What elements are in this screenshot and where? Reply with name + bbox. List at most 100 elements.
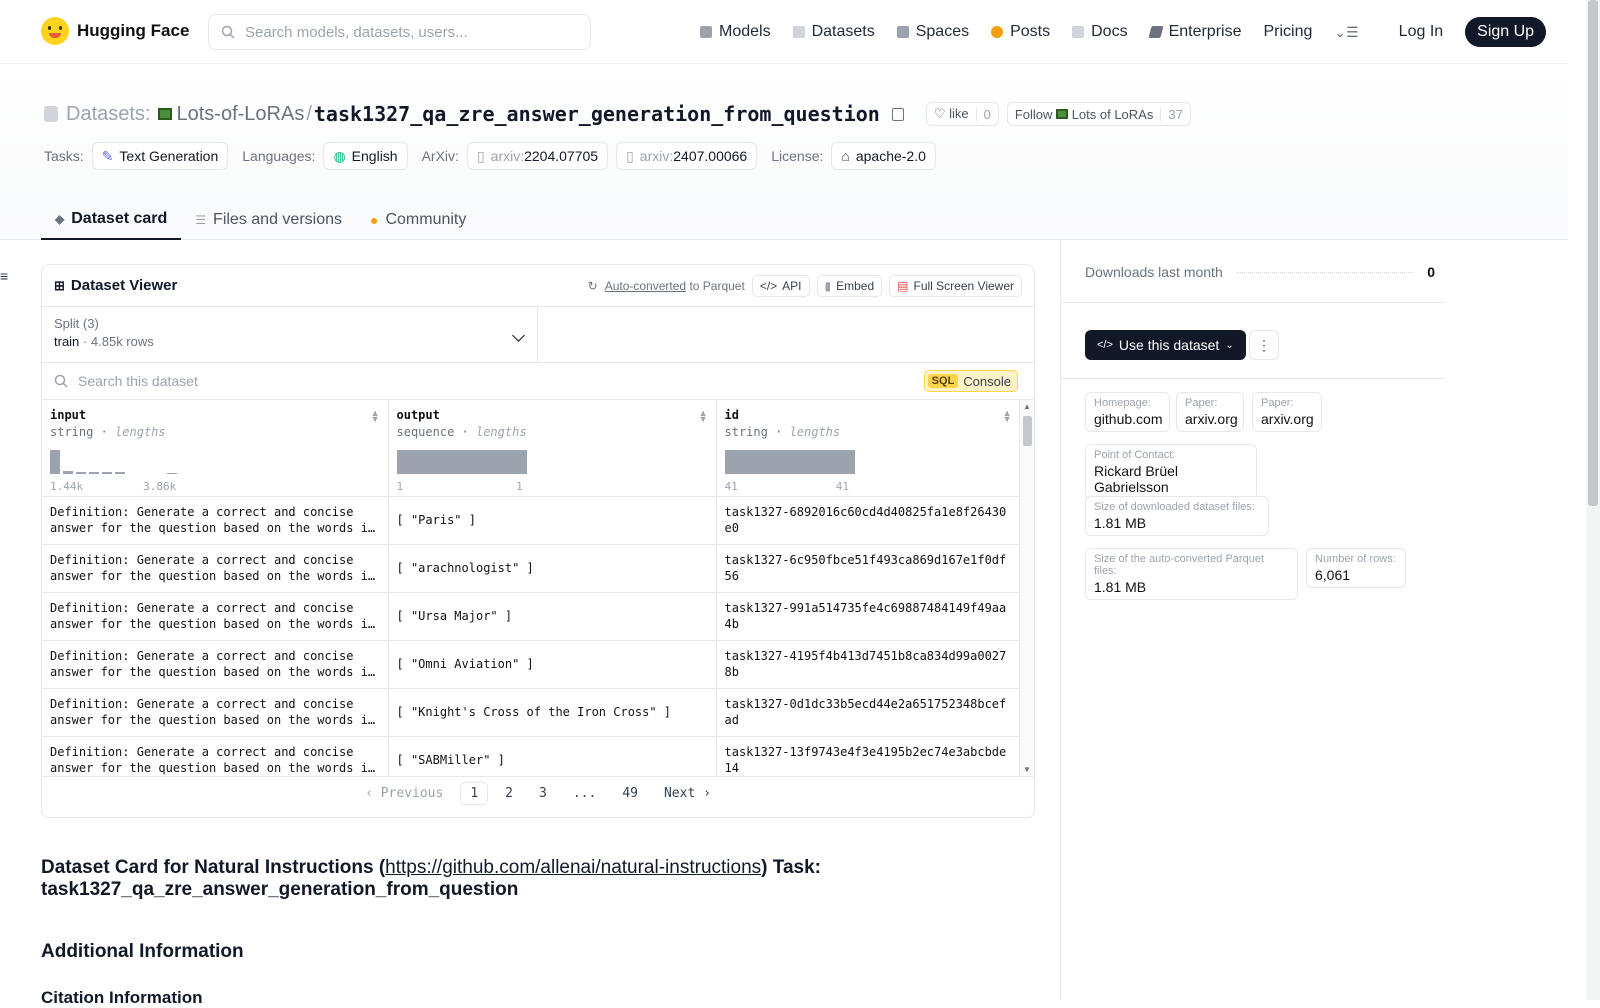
tag-language[interactable]: ◍ English [323,142,408,170]
page-scroll-thumb[interactable] [1588,0,1598,506]
split-dot: · [82,334,88,349]
license-label: License: [771,148,824,164]
login-link[interactable]: Log In [1399,23,1443,41]
cell-output[interactable]: [ "Ursa Major" ] [388,592,717,641]
table-row[interactable]: Definition: Generate a correct and conci… [42,592,1021,641]
page-button[interactable]: 49 [613,783,647,804]
nav-more-menu[interactable]: ⌄☰ [1334,24,1358,41]
breadcrumb-section[interactable]: Datasets: [66,103,150,126]
use-this-dataset-button[interactable]: </> Use this dataset ⌄ [1085,330,1246,360]
split-selector[interactable]: Split (3) train · 4.85k rows [42,307,538,362]
column-header-input[interactable]: input string · lengths 1.44k 3.86k ▲ ▼ [42,400,389,497]
api-button[interactable]: </> API [751,274,810,297]
cell-id[interactable]: task1327-991a514735fe4c69887484149f49aa4… [716,592,1021,641]
histogram-range: 41 41 [725,480,850,493]
previous-page-button[interactable]: ‹ Previous [356,783,452,804]
cell-output[interactable]: [ "arachnologist" ] [388,544,717,593]
page-button[interactable]: 1 [460,782,489,805]
spaces-icon [896,26,909,38]
cell-input[interactable]: Definition: Generate a correct and conci… [42,592,389,641]
next-label: Next [663,786,696,801]
cell-id[interactable]: task1327-4195f4b413d7451b8ca834d99a00278… [716,640,1021,689]
column-stat: lengths [475,425,527,439]
cell-input-text: Definition: Generate a correct and conci… [50,553,376,583]
nav-spaces[interactable]: Spaces [896,23,969,41]
brand-link[interactable]: Hugging Face [41,17,189,45]
histogram-range: 11 [397,480,523,493]
sort-icon[interactable]: ▲ ▼ [699,409,708,424]
global-search-input[interactable]: Search models, datasets, users... [208,14,591,50]
cell-id[interactable]: task1327-6892016c60cd4d40825fa1e8f26430e… [716,496,1021,545]
follow-button[interactable]: Follow Lots of LoRAs 37 [1006,102,1191,126]
cell-id[interactable]: task1327-13f9743e4f3e4195b2ec74e3abcbde1… [716,736,1021,776]
tab-files-and-versions[interactable]: ☰ Files and versions [181,200,356,240]
meta-homepage[interactable]: Homepage: github.com [1085,392,1170,432]
meta-key: Paper: [1261,397,1294,409]
meta-paper-1[interactable]: Paper: arxiv.org [1176,392,1244,432]
cell-output[interactable]: [ "Paris" ] [388,496,717,545]
copy-icon[interactable] [891,107,904,121]
table-row[interactable]: Definition: Generate a correct and conci… [42,544,1021,593]
tag-arxiv-1[interactable]: ▯ arxiv:2204.07705 [466,142,609,170]
nav-pricing[interactable]: Pricing [1263,23,1312,41]
card-title-link[interactable]: https://github.com/allenai/natural-instr… [385,857,761,878]
meta-value: 6,061 [1315,567,1351,583]
meta-point-of-contact[interactable]: Point of Contact: Rickard Brüel Gabrielss… [1085,444,1257,500]
cell-input[interactable]: Definition: Generate a correct and conci… [42,688,389,737]
nav-enterprise[interactable]: Enterprise [1147,23,1241,41]
nav-models[interactable]: Models [700,23,771,41]
page-button[interactable]: 3 [530,783,556,804]
breadcrumb-org[interactable]: Lots-of-LoRAs [158,103,304,126]
meta-number-of-rows: Number of rows: 6,061 [1306,548,1406,588]
cell-input[interactable]: Definition: Generate a correct and conci… [42,736,389,776]
sort-icon[interactable]: ▲ ▼ [1003,409,1012,424]
cell-id[interactable]: task1327-0d1dc33b5ecd44e2a651752348bcefa… [716,688,1021,737]
nav-docs[interactable]: Docs [1072,23,1128,41]
tab-dataset-card[interactable]: ◆ Dataset card [41,200,182,240]
cell-input[interactable]: Definition: Generate a correct and conci… [42,496,389,545]
datasets-icon [792,26,805,38]
cell-output[interactable]: [ "Omni Aviation" ] [388,640,717,689]
column-header-output[interactable]: output sequence · lengths 11 ▲ ▼ [388,400,717,497]
tag-arxiv-2[interactable]: ▯ arxiv:2407.00066 [616,142,758,170]
cell-output[interactable]: [ "Knight's Cross of the Iron Cross" ] [388,688,717,737]
page-ellipsis: ... [572,786,597,801]
tag-task[interactable]: ✎ Text Generation [91,142,229,170]
histogram-bar [63,471,73,474]
tag-license[interactable]: ⌂ apache-2.0 [831,142,936,170]
table-row[interactable]: Definition: Generate a correct and conci… [42,496,1021,545]
text-generation-icon: ✎ [101,147,114,164]
column-header-id[interactable]: id string · lengths 41 41 ▲ ▼ [716,400,1021,497]
more-options-icon[interactable]: ⋮ [1249,330,1279,360]
sql-console-button[interactable]: SQL Console [923,370,1018,392]
dataset-search-input[interactable]: Search this dataset SQL Console [42,363,1034,400]
table-row[interactable]: Definition: Generate a correct and conci… [42,688,1021,737]
embed-button[interactable]: ▮ Embed [816,274,883,297]
scroll-up-icon[interactable]: ▲ [1023,402,1031,411]
chevron-left-icon: ‹ [365,786,381,801]
cell-input[interactable]: Definition: Generate a correct and conci… [42,544,389,593]
next-page-button[interactable]: Next › [655,783,720,804]
tab-community[interactable]: ● Community [356,200,480,240]
nav-posts[interactable]: Posts [991,23,1050,41]
cell-input[interactable]: Definition: Generate a correct and conci… [42,640,389,689]
cell-id[interactable]: task1327-6c950fbce51f493ca869d167e1f0df5… [716,544,1021,593]
scroll-thumb[interactable] [1023,416,1032,446]
fullscreen-viewer-button[interactable]: ▤ Full Screen Viewer [889,274,1022,297]
cell-output[interactable]: [ "SABMiller" ] [388,736,717,776]
page-scrollbar[interactable] [1586,0,1600,1000]
signup-button[interactable]: Sign Up [1465,17,1547,47]
sidebar-toggle-icon[interactable]: ≡ [0,268,8,284]
scroll-down-icon[interactable]: ▼ [1023,765,1031,774]
table-row[interactable]: Definition: Generate a correct and conci… [42,736,1021,776]
nav-datasets[interactable]: Datasets [792,23,875,41]
page-button[interactable]: 2 [496,783,522,804]
repo-name[interactable]: task1327_qa_zre_answer_generation_from_q… [314,102,880,126]
table-row[interactable]: Definition: Generate a correct and conci… [42,640,1021,689]
meta-value: arxiv.org [1185,411,1238,427]
table-scrollbar[interactable]: ▲ ▼ [1019,400,1034,776]
auto-converted-link[interactable]: Auto-converted to Parquet [605,279,745,293]
meta-paper-2[interactable]: Paper: arxiv.org [1252,392,1322,432]
sort-icon[interactable]: ▲ ▼ [371,409,380,424]
like-button[interactable]: ♡ like 0 [925,102,999,126]
